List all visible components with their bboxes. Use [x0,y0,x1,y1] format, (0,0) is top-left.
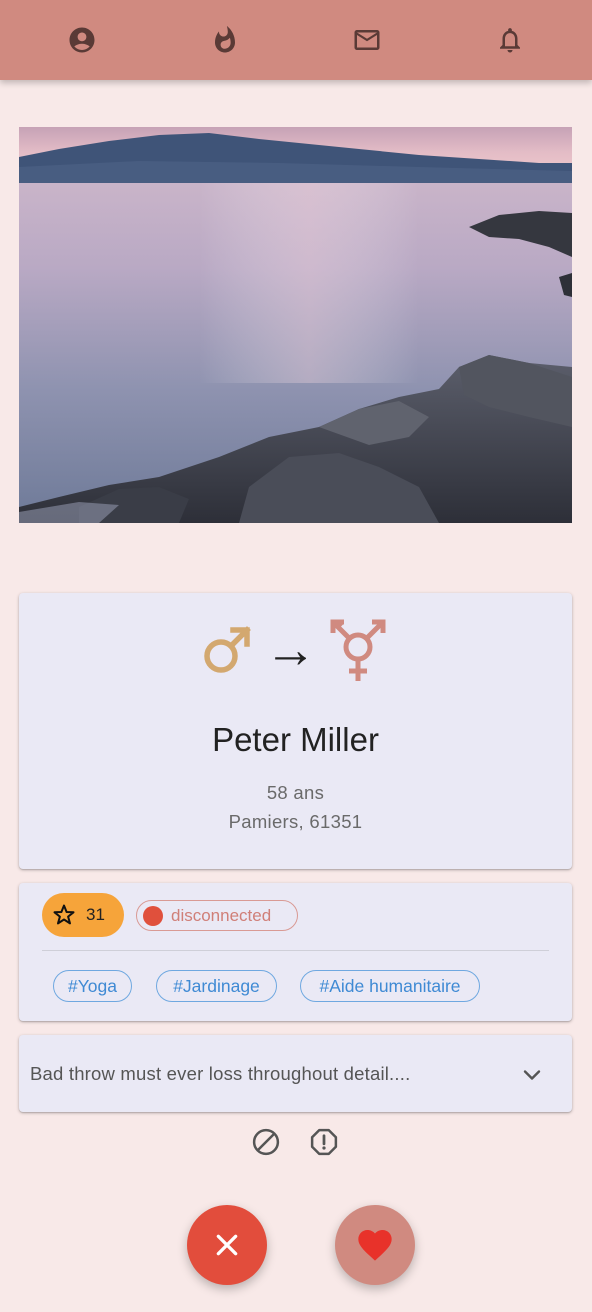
description-card[interactable]: Bad throw must ever loss throughout deta… [19,1035,572,1112]
dislike-button[interactable] [187,1205,267,1285]
block-icon [252,1128,280,1156]
profile-location: Pamiers, 61351 [228,811,363,832]
nav-messages-button[interactable] [347,20,387,60]
divider [42,950,549,951]
tag-chip[interactable]: #Jardinage [156,970,277,1002]
description-text: Bad throw must ever loss throughout deta… [30,1063,411,1084]
report-icon [310,1128,338,1156]
transgender-symbol-icon [330,619,385,681]
block-button[interactable] [250,1126,282,1158]
gender-transition: → [19,615,572,685]
arrow-icon: → [264,621,317,679]
profile-age: 58 ans [266,782,325,803]
star-icon [53,904,75,925]
heart-icon [358,1230,392,1261]
chevron-down-icon [523,1070,541,1080]
score-value: 31 [86,905,105,924]
like-button[interactable] [335,1205,415,1285]
nav-notifications-button[interactable] [490,20,530,60]
bell-icon [500,28,520,53]
status-card: 31 disconnected #Yoga #Jardinage #Aide h… [19,883,572,1021]
connection-status-chip: disconnected [136,900,298,931]
profile-photo [19,127,572,523]
profile-icon [69,27,95,53]
expand-button[interactable] [514,1057,550,1093]
profile-card: → Peter Miller 58 ans Pamiers, 61351 [19,593,572,869]
nav-discover-button[interactable] [205,20,245,60]
report-button[interactable] [308,1126,340,1158]
profile-name: Peter Miller [212,721,379,758]
connection-status-label: disconnected [171,905,272,925]
close-icon [216,1234,238,1256]
status-dot [143,905,163,926]
top-navigation-bar [0,0,592,80]
male-symbol-icon [203,626,251,673]
tag-chip[interactable]: #Aide humanitaire [300,970,480,1002]
tag-chip[interactable]: #Yoga [53,970,132,1002]
score-chip: 31 [42,893,124,937]
flame-icon [215,25,235,53]
mail-icon [354,30,380,50]
nav-profile-button[interactable] [62,20,102,60]
